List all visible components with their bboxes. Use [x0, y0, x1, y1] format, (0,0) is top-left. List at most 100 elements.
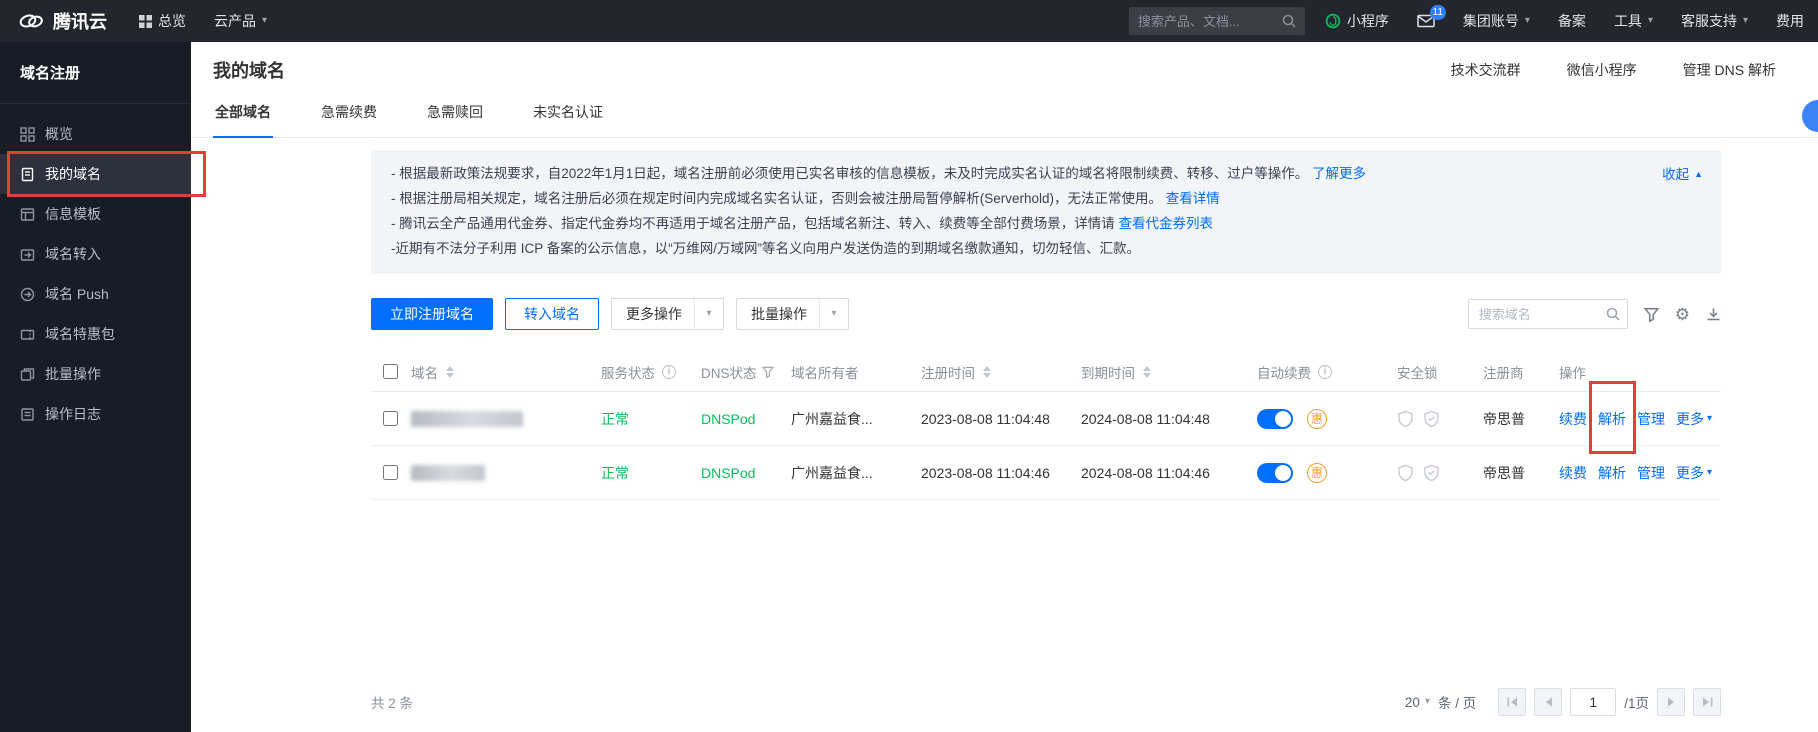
tab-need-renewal[interactable]: 急需续费 — [319, 98, 379, 137]
select-all-checkbox[interactable] — [383, 364, 398, 379]
sidebar-item-operation-logs[interactable]: 操作日志 — [0, 394, 191, 434]
col-service-status: 服务状态 i — [601, 362, 701, 382]
next-page-button[interactable] — [1657, 688, 1685, 716]
auto-renew-toggle[interactable] — [1257, 463, 1293, 483]
topbar-item-cloud-products[interactable]: 云产品 ▾ — [200, 0, 281, 42]
chevron-up-icon: ▲ — [1694, 162, 1703, 187]
manage-dns-link[interactable]: 管理 DNS 解析 — [1683, 60, 1776, 80]
sidebar-item-batch-operations[interactable]: 批量操作 — [0, 354, 191, 394]
annotation-box-sidebar — [7, 151, 206, 197]
renew-link[interactable]: 续费 — [1559, 409, 1587, 429]
transfer-in-button[interactable]: 转入域名 — [505, 298, 599, 330]
sidebar-item-overview[interactable]: 概览 — [0, 114, 191, 154]
tab-all-domains[interactable]: 全部域名 — [213, 98, 273, 138]
page-number-input[interactable] — [1570, 688, 1616, 716]
filter-button[interactable] — [1644, 307, 1659, 322]
page-size-select[interactable]: 20 ▾ — [1405, 695, 1430, 710]
more-link[interactable]: 更多 ▾ — [1676, 409, 1712, 429]
sidebar-item-deal-package[interactable]: 域名特惠包 — [0, 314, 191, 354]
last-page-button[interactable] — [1693, 688, 1721, 716]
topbar-item-beian[interactable]: 备案 — [1544, 0, 1600, 42]
download-button[interactable] — [1706, 307, 1721, 322]
domain-masked[interactable] — [411, 411, 523, 427]
support-label: 客服支持 — [1681, 11, 1737, 31]
promo-badge[interactable]: 惠 — [1307, 409, 1327, 429]
log-icon — [20, 407, 35, 422]
shield-transfer-lock-icon[interactable] — [1423, 464, 1440, 482]
col-label: 注册商 — [1483, 362, 1524, 382]
header-links: 技术交流群 微信小程序 管理 DNS 解析 — [1451, 60, 1776, 80]
topbar-item-group-account[interactable]: 集团账号 ▾ — [1449, 0, 1544, 42]
tab-need-redeem[interactable]: 急需赎回 — [425, 98, 485, 137]
col-exp-time[interactable]: 到期时间 — [1081, 362, 1257, 382]
batch-operations-dropdown[interactable]: 批量操作 ▾ — [736, 298, 849, 330]
row-checkbox[interactable] — [383, 411, 398, 426]
more-operations-dropdown[interactable]: 更多操作 ▾ — [611, 298, 724, 330]
tab-unverified[interactable]: 未实名认证 — [531, 98, 605, 137]
col-reg-time[interactable]: 注册时间 — [921, 362, 1081, 382]
sidebar-item-label: 信息模板 — [45, 204, 101, 224]
search-icon[interactable] — [1282, 14, 1296, 28]
topbar-item-overview[interactable]: 总览 — [125, 0, 200, 42]
topbar-item-tools[interactable]: 工具 ▾ — [1600, 0, 1667, 42]
batch-operations-label: 批量操作 — [751, 304, 807, 324]
sort-icon[interactable] — [1143, 366, 1151, 378]
resolve-link[interactable]: 解析 — [1598, 463, 1626, 483]
topbar-item-mini-program[interactable]: 小程序 — [1311, 0, 1403, 42]
domain-search[interactable] — [1468, 299, 1628, 329]
shield-update-lock-icon[interactable] — [1397, 410, 1414, 428]
sidebar-item-info-templates[interactable]: 信息模板 — [0, 194, 191, 234]
sort-icon[interactable] — [446, 366, 454, 378]
wechat-miniprogram-link[interactable]: 微信小程序 — [1567, 60, 1637, 80]
registration-time: 2023-08-08 11:04:46 — [921, 465, 1081, 481]
notice-text: - 根据注册局相关规定，域名注册后必须在规定时间内完成域名实名认证，否则会被注册… — [391, 191, 1162, 206]
chevron-down-icon: ▾ — [1525, 16, 1530, 26]
sort-icon[interactable] — [983, 366, 991, 378]
filter-funnel-icon[interactable] — [762, 366, 774, 378]
shield-update-lock-icon[interactable] — [1397, 464, 1414, 482]
topbar-item-billing[interactable]: 费用 — [1762, 0, 1818, 42]
auto-renew-toggle[interactable] — [1257, 409, 1293, 429]
topbar-item-support[interactable]: 客服支持 ▾ — [1667, 0, 1762, 42]
pagination: 20 ▾ 条 / 页 /1页 — [1405, 688, 1721, 716]
domain-search-input[interactable] — [1468, 299, 1628, 329]
info-icon[interactable]: i — [1318, 365, 1332, 379]
tencent-cloud-logo[interactable]: 腾讯云 — [0, 0, 125, 42]
learn-more-link[interactable]: 了解更多 — [1312, 166, 1366, 181]
funnel-icon — [1644, 307, 1659, 322]
first-page-button[interactable] — [1498, 688, 1526, 716]
domain-masked[interactable] — [411, 465, 485, 481]
col-domain[interactable]: 域名 — [411, 362, 601, 382]
message-count-badge: 11 — [1430, 5, 1446, 20]
collapse-notice-button[interactable]: 收起 ▲ — [1662, 162, 1703, 187]
table-header-row: 域名 服务状态 i DNS状态 — [371, 352, 1721, 392]
resolve-link[interactable]: 解析 — [1598, 409, 1626, 429]
row-checkbox[interactable] — [383, 465, 398, 480]
sidebar-item-transfer-in[interactable]: 域名转入 — [0, 234, 191, 274]
voucher-list-link[interactable]: 查看代金券列表 — [1119, 216, 1214, 231]
info-icon[interactable]: i — [662, 365, 676, 379]
notice-line: - 腾讯云全产品通用代金券、指定代金券均不再适用于域名注册产品，包括域名新注、转… — [391, 211, 1611, 236]
topbar-search[interactable] — [1129, 7, 1305, 35]
sidebar-item-domain-push[interactable]: 域名 Push — [0, 274, 191, 314]
register-domain-button[interactable]: 立即注册域名 — [371, 298, 493, 330]
tech-group-link[interactable]: 技术交流群 — [1451, 60, 1521, 80]
col-label: 到期时间 — [1081, 362, 1135, 382]
settings-button[interactable]: ⚙ — [1675, 306, 1690, 323]
topbar-item-messages[interactable]: 11 — [1403, 0, 1449, 42]
sidebar-item-label: 我的域名 — [45, 164, 101, 184]
manage-link[interactable]: 管理 — [1637, 463, 1665, 483]
promo-badge[interactable]: 惠 — [1307, 463, 1327, 483]
shield-transfer-lock-icon[interactable] — [1423, 410, 1440, 428]
topbar-search-input[interactable] — [1138, 14, 1282, 29]
col-auto-renew: 自动续费 i — [1257, 362, 1397, 382]
sidebar-item-my-domains[interactable]: 我的域名 — [0, 154, 191, 194]
more-link[interactable]: 更多 ▾ — [1676, 463, 1712, 483]
manage-link[interactable]: 管理 — [1637, 409, 1665, 429]
page-size-unit: 条 / 页 — [1438, 692, 1476, 712]
prev-page-button[interactable] — [1534, 688, 1562, 716]
sidebar-item-label: 域名特惠包 — [45, 324, 115, 344]
search-icon[interactable] — [1606, 307, 1620, 321]
renew-link[interactable]: 续费 — [1559, 463, 1587, 483]
view-details-link[interactable]: 查看详情 — [1166, 191, 1220, 206]
